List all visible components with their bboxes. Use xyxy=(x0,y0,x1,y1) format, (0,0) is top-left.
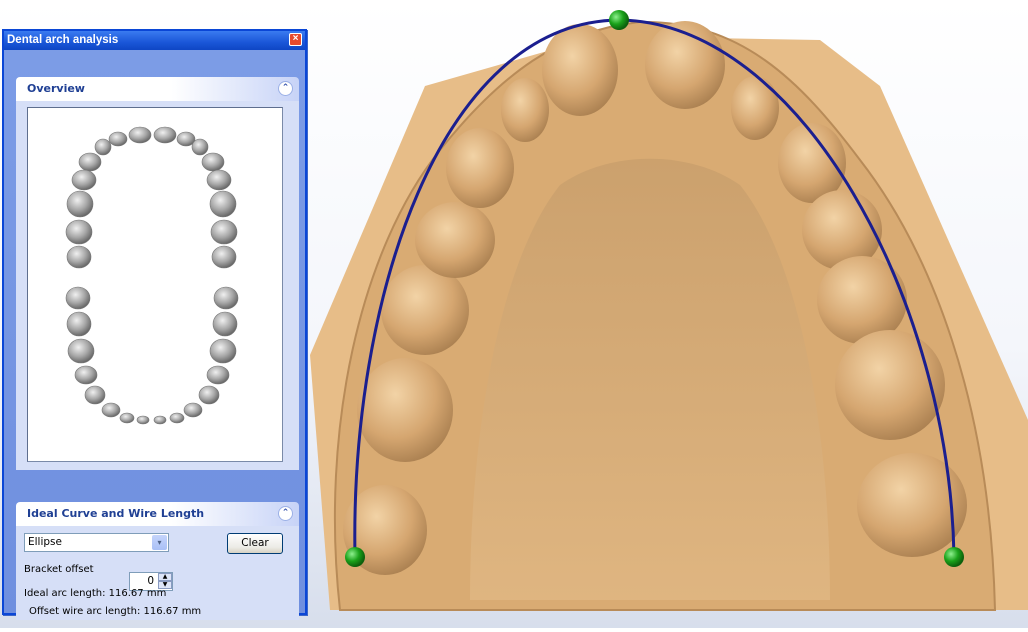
offset-wire-arc-length-readout: Offset wire arc length: 116.67 mm xyxy=(29,606,202,617)
overview-title: Overview xyxy=(27,82,85,95)
panel-body: Overview ⌃ Ideal Curve and Wire Length ⌃… xyxy=(4,50,305,620)
tooth-chart-diagram xyxy=(65,126,239,425)
arch-control-point-left[interactable] xyxy=(345,547,365,567)
chevron-down-icon[interactable]: ▾ xyxy=(152,535,167,550)
close-icon[interactable]: × xyxy=(289,33,302,46)
ideal-curve-body: Ellipse ▾ Clear Bracket offset 0 ▲ ▼ Ide… xyxy=(16,526,299,620)
tooth-chart[interactable] xyxy=(27,107,283,462)
lower-teeth-chart xyxy=(65,286,239,425)
ideal-curve-section: Ideal Curve and Wire Length ⌃ Ellipse ▾ … xyxy=(16,502,299,620)
bracket-offset-value[interactable]: 0 xyxy=(147,575,154,587)
overview-header[interactable]: Overview ⌃ xyxy=(16,77,299,101)
clear-button[interactable]: Clear xyxy=(227,533,283,554)
chevron-up-icon[interactable]: ⌃ xyxy=(278,81,293,96)
overview-section: Overview ⌃ xyxy=(16,77,299,470)
panel-title: Dental arch analysis xyxy=(7,34,119,46)
ideal-curve-header[interactable]: Ideal Curve and Wire Length ⌃ xyxy=(16,502,299,526)
panel-title-bar[interactable]: Dental arch analysis × xyxy=(4,31,305,50)
curve-shape-select[interactable]: Ellipse ▾ xyxy=(24,533,169,552)
arch-control-point-right[interactable] xyxy=(944,547,964,567)
chevron-up-icon[interactable]: ⌃ xyxy=(278,506,293,521)
upper-teeth-chart xyxy=(65,126,238,269)
bracket-offset-label: Bracket offset xyxy=(24,564,94,575)
arch-control-point-top[interactable] xyxy=(609,10,629,30)
spin-up-icon[interactable]: ▲ xyxy=(158,573,172,581)
ideal-curve-title: Ideal Curve and Wire Length xyxy=(27,507,205,520)
ideal-arc-length-readout: Ideal arc length: 116.67 mm xyxy=(24,588,167,599)
dental-arch-analysis-panel: Dental arch analysis × Overview ⌃ Ideal … xyxy=(2,29,307,620)
overview-body xyxy=(16,101,299,470)
curve-shape-value: Ellipse xyxy=(28,536,62,548)
